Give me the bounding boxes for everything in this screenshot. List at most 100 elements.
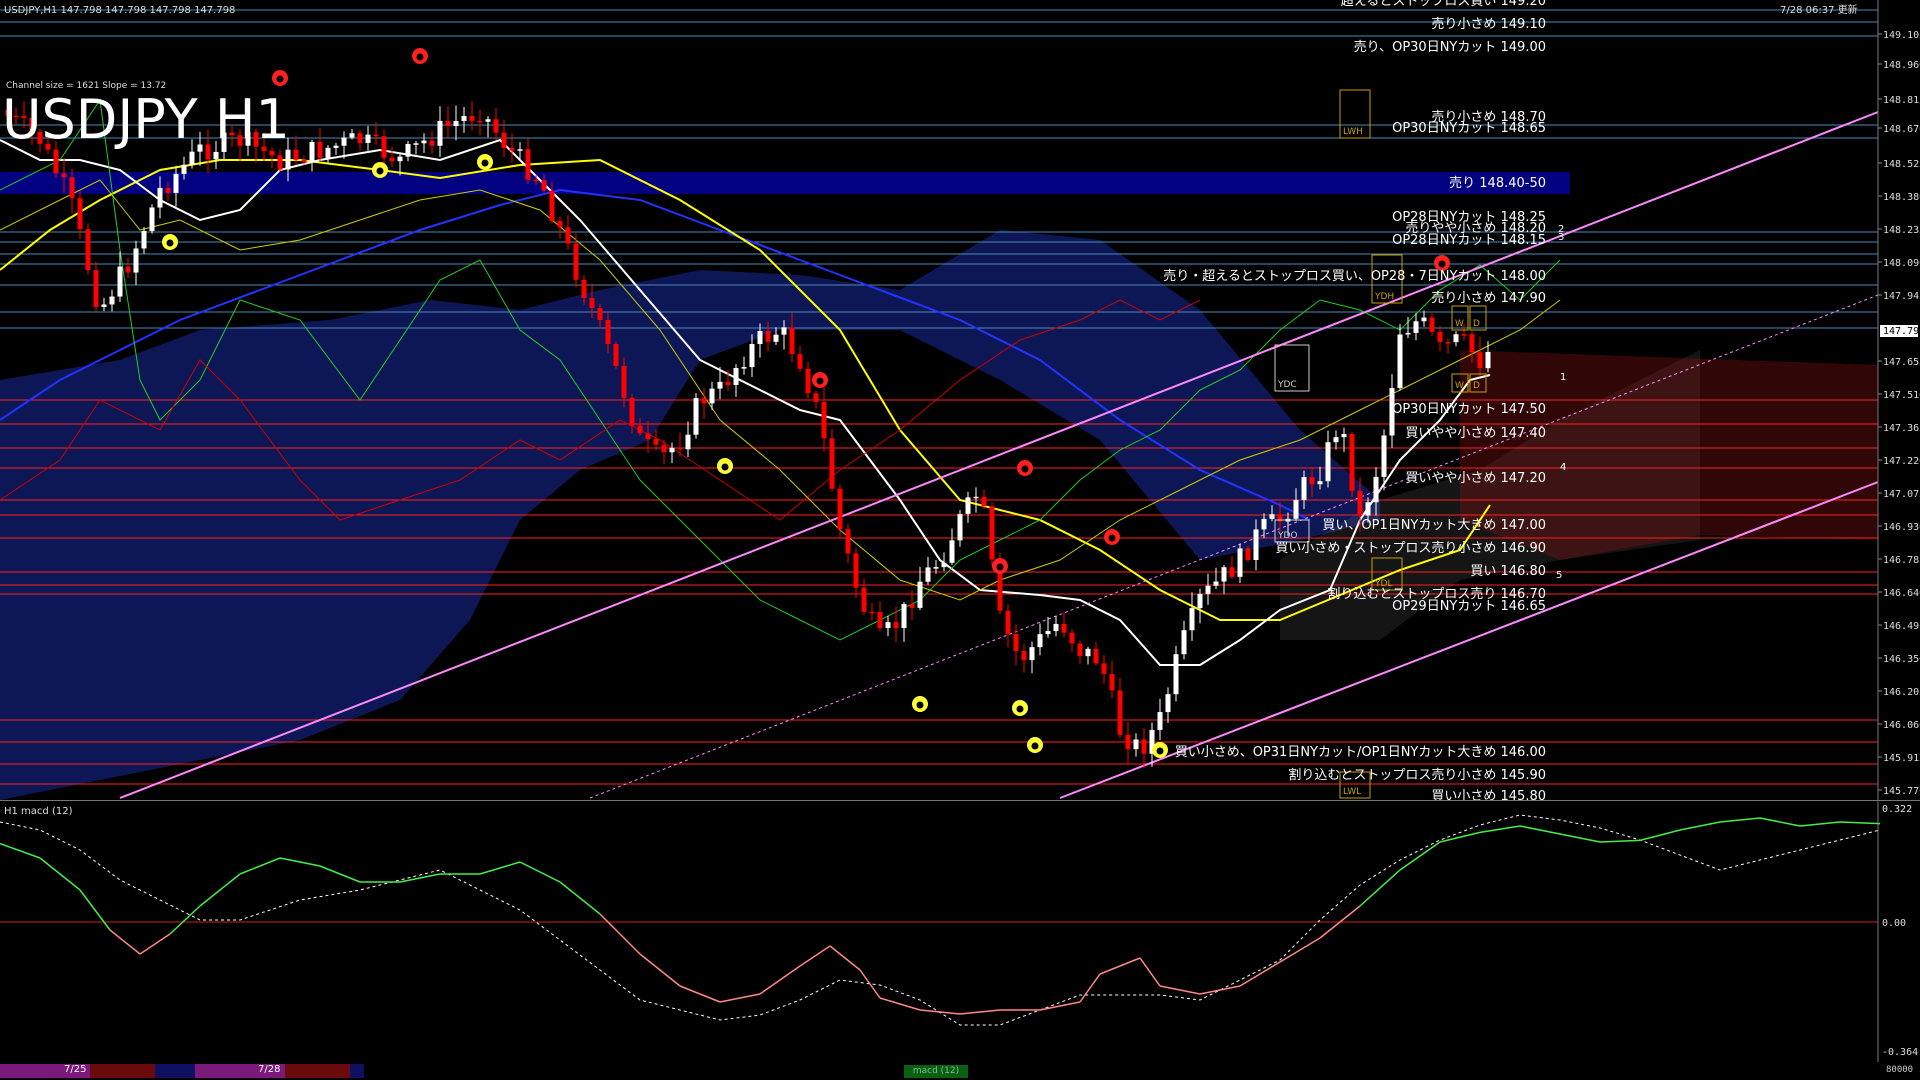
sell-signal-icon-inner (1108, 534, 1116, 542)
w-marker: W (1455, 319, 1464, 329)
session-segment (195, 1064, 235, 1078)
level-annotation: 売り 148.40-50 (1449, 175, 1546, 191)
level-annotation: 売り小さめ 147.90 (1431, 290, 1546, 306)
candle-body (1253, 529, 1259, 560)
date-label-2: 7/28 (258, 1064, 281, 1075)
candle-body (1485, 352, 1491, 369)
candle-body (613, 344, 619, 366)
candle-body (413, 143, 419, 145)
candle-body (357, 133, 363, 143)
candle-body (1405, 332, 1411, 335)
sell-zone-band (0, 172, 1570, 194)
candle-body (525, 149, 531, 180)
candle-body (1125, 734, 1131, 750)
d-marker: D (1473, 319, 1480, 329)
sell-signal-icon-inner (1021, 465, 1029, 473)
candle-body (909, 604, 915, 608)
channel-number: 1 (1560, 372, 1566, 383)
buy-signal-icon-inner (721, 463, 729, 471)
candle-body (1245, 548, 1251, 560)
candle-body (1157, 712, 1163, 730)
candle-body (893, 622, 899, 629)
sell-signal-icon-inner (416, 53, 424, 61)
axis-tick-label: 146.060 (1883, 720, 1920, 731)
candle-body (1421, 317, 1427, 322)
candle-body (989, 506, 995, 560)
level-annotation: 買い、OP1日NYカット大きめ 147.00 (1322, 518, 1546, 533)
candle-body (397, 156, 403, 162)
session-segment (90, 1064, 155, 1078)
candle-body (733, 368, 739, 385)
main-price-chart[interactable]: LWHYDHYDCYDOYDLLWLW DW D23145 超えるとストップロス買い… (0, 0, 1920, 800)
candle-body (605, 320, 611, 345)
candle-body (1293, 499, 1299, 519)
ydo-marker: YDO (1277, 531, 1298, 541)
level-annotation: 売り、OP30日NYカット 149.00 (1354, 39, 1546, 55)
candle-body (1325, 442, 1331, 482)
axis-tick-label: 147.510 (1883, 390, 1920, 401)
candle-body (365, 134, 371, 143)
candle-body (1229, 567, 1235, 577)
axis-tick-label: 147.075 (1883, 489, 1920, 500)
macd-axis-top: 0.322 (1882, 804, 1912, 815)
candle-body (85, 229, 91, 271)
candle-body (1365, 502, 1371, 516)
level-annotation: OP28日NYカット 148.15 (1392, 233, 1546, 248)
d-marker-lower: D (1473, 381, 1480, 391)
axis-tick-label: 146.205 (1883, 687, 1920, 698)
candle-body (509, 148, 515, 151)
candle-body (829, 438, 835, 489)
candle-body (1381, 435, 1387, 477)
zoom-label: 80000 (1886, 1065, 1914, 1075)
candle-body (1445, 342, 1451, 344)
symbol-header: USDJPY,H1 147.798 147.798 147.798 147.79… (4, 5, 235, 16)
candle-body (1181, 630, 1187, 655)
candle-body (773, 334, 779, 342)
candle-body (453, 121, 459, 126)
candle-body (853, 553, 859, 588)
axis-tick-label: 147.945 (1883, 291, 1920, 302)
macd-axis-bottom: -0.364 (1882, 1047, 1918, 1058)
timeline-bar[interactable]: 7/25 7/28 macd (12) 80000 (0, 1062, 1920, 1080)
candle-body (517, 149, 523, 151)
candle-body (1165, 694, 1171, 713)
axis-tick-label: 145.770 (1883, 786, 1920, 797)
level-annotation: 売り・超えるとストップロス買い、OP28・7日NYカット 148.00 (1163, 268, 1546, 284)
candle-body (93, 270, 99, 307)
candle-body (1301, 477, 1307, 500)
candle-body (485, 119, 491, 122)
candle-body (301, 159, 307, 162)
candle-body (469, 115, 475, 121)
axis-tick-label: 148.090 (1883, 258, 1920, 269)
ydh-marker: YDH (1374, 292, 1394, 302)
candle-body (1349, 433, 1355, 491)
candle-body (1397, 334, 1403, 389)
sell-signal-icon-inner (1438, 260, 1446, 268)
axis-tick-label: 149.105 (1883, 30, 1920, 41)
candle-body (869, 611, 875, 614)
candle-body (381, 136, 387, 158)
candle-body (269, 150, 275, 156)
candle-body (589, 297, 595, 309)
candle-body (1357, 490, 1363, 516)
level-annotation: OP29日NYカット 146.65 (1392, 599, 1546, 614)
level-annotation: 割り込むとストップロス売り小さめ 145.90 (1288, 767, 1546, 783)
candle-body (1429, 317, 1435, 332)
axis-tick-label: 148.235 (1883, 225, 1920, 236)
candle-body (1085, 648, 1091, 657)
session-segment (350, 1064, 364, 1078)
candle-body (861, 587, 867, 612)
candle-body (1309, 477, 1315, 485)
candle-body (125, 266, 131, 273)
axis-tick-label: 146.785 (1883, 555, 1920, 566)
candle-body (1101, 663, 1107, 674)
candle-body (1453, 334, 1459, 343)
candle-body (837, 488, 843, 530)
candle-body (813, 393, 819, 402)
candle-body (157, 187, 163, 208)
level-annotation: 買い小さめ、OP31日NYカット/OP1日NYカット大きめ 146.00 (1175, 745, 1546, 760)
update-time: 7/28 06:37 更新 (1780, 3, 1858, 16)
macd-panel[interactable]: H1 macd (12) 0.322 0.00 -0.364 (0, 800, 1920, 1062)
axis-tick-label: 148.815 (1883, 95, 1920, 106)
macd-tab[interactable]: macd (12) (904, 1065, 968, 1078)
